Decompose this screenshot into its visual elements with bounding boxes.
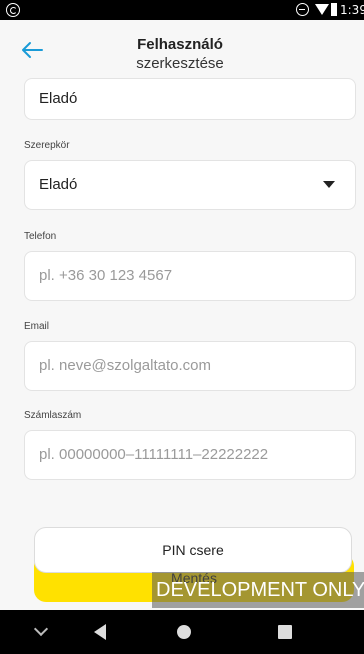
wifi-icon (315, 4, 329, 15)
email-field[interactable]: pl. neve@szolgaltato.com (24, 341, 356, 391)
recents-square-icon[interactable] (278, 625, 292, 639)
page-title-line2: szerkesztése (136, 55, 224, 72)
account-number-placeholder: pl. 00000000–11111111–22222222 (39, 446, 269, 463)
email-label: Email (24, 321, 50, 332)
status-time: 1:39 (340, 3, 364, 17)
account-number-field[interactable]: pl. 00000000–11111111–22222222 (24, 430, 356, 480)
back-triangle-icon[interactable] (94, 624, 106, 640)
role-label: Szerepkör (24, 140, 70, 151)
account-label: Számlaszám (24, 410, 82, 421)
phone-field[interactable]: pl. +36 30 123 4567 (24, 251, 356, 301)
system-nav-bar (0, 610, 364, 654)
development-banner: DEVELOPMENT ONLY (152, 572, 364, 608)
chevron-down-icon[interactable] (33, 621, 49, 637)
sync-icon (6, 3, 20, 17)
phone-placeholder: pl. +36 30 123 4567 (39, 267, 173, 284)
name-field[interactable]: Eladó (24, 78, 356, 120)
arrow-left-icon[interactable] (20, 40, 44, 60)
pin-change-button[interactable]: PIN csere (34, 527, 352, 573)
page-title: Felhasználó szerkesztése (80, 35, 280, 73)
page-title-line1: Felhasználó (137, 36, 223, 53)
phone-label: Telefon (24, 231, 57, 242)
caret-down-icon (323, 181, 335, 188)
status-bar: 1:39 (0, 0, 364, 20)
do-not-disturb-icon (296, 3, 309, 16)
role-select[interactable]: Eladó (24, 160, 356, 210)
app-header: Felhasználó szerkesztése (0, 20, 364, 80)
battery-icon (331, 3, 337, 16)
email-placeholder: pl. neve@szolgaltato.com (39, 357, 211, 374)
home-circle-icon[interactable] (177, 625, 191, 639)
name-field-value: Eladó (39, 90, 78, 107)
role-select-value: Eladó (39, 176, 78, 193)
